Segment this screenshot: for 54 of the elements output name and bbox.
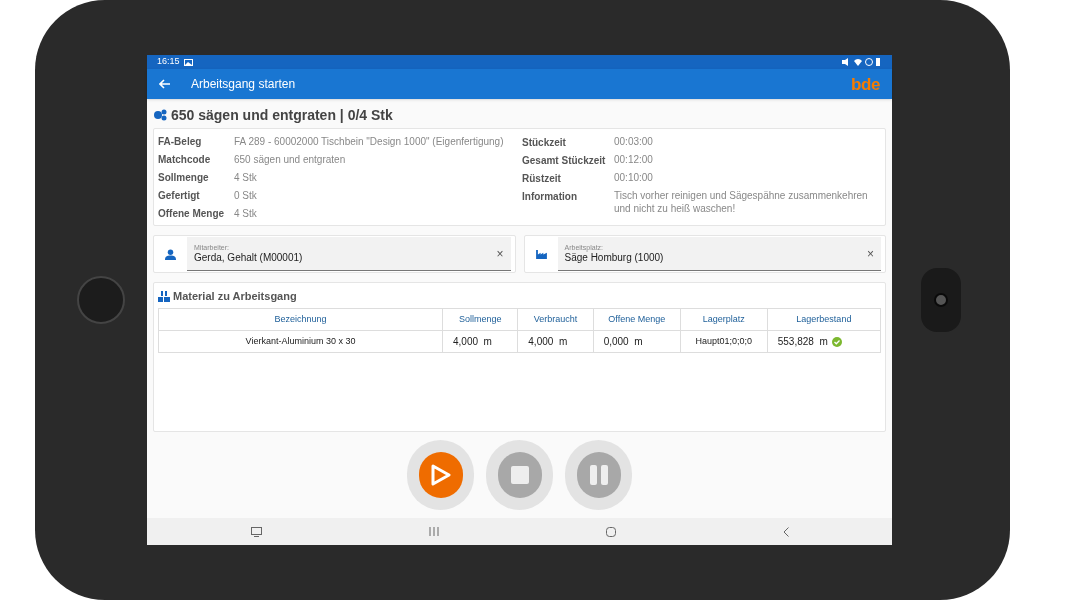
detail-value: 0 Stk <box>234 188 257 203</box>
detail-label: Gefertigt <box>158 188 201 203</box>
image-icon <box>183 58 193 66</box>
detail-value: 00:03:00 <box>614 135 653 148</box>
detail-value: 4 Stk <box>234 170 257 185</box>
column-header: Sollmenge <box>442 308 518 331</box>
status-icons <box>842 58 882 66</box>
column-header: Verbraucht <box>517 308 594 331</box>
detail-value: 4 Stk <box>234 206 257 221</box>
detail-label: Sollmenge <box>158 170 210 185</box>
back-arrow-icon[interactable] <box>159 78 171 90</box>
factory-icon <box>535 249 547 259</box>
detail-label: FA-Beleg <box>158 134 203 149</box>
table-cell: 4,000 m <box>517 330 594 353</box>
detail-value: FA 289 - 60002000 Tischbein "Design 1000" (Eigenfertigung) <box>234 134 504 149</box>
detail-label: Gesamt Stückzeit <box>522 154 607 168</box>
material-title: Material zu Arbeitsgang <box>173 288 297 304</box>
column-header: Offene Menge <box>593 308 681 331</box>
boxes-icon <box>158 290 170 302</box>
person-icon <box>165 248 176 260</box>
table-cell: 0,000 m <box>593 330 681 353</box>
recent-apps-icon[interactable] <box>428 527 439 536</box>
clear-button[interactable]: × <box>496 247 504 260</box>
table-cell: Vierkant-Aluminium 30 x 30 <box>158 330 443 353</box>
detail-value: 650 sägen und entgraten <box>234 152 346 167</box>
operation-title: 650 sägen und entgraten | 0/4 Stk <box>171 105 393 125</box>
app-logo: bde <box>851 75 880 93</box>
back-icon[interactable] <box>782 526 789 537</box>
detail-label: Rüstzeit <box>522 172 562 186</box>
detail-label: Offene Menge <box>158 206 226 221</box>
column-header: Lagerplatz <box>680 308 768 331</box>
column-header: Lagerbestand <box>767 308 881 331</box>
detail-label: Information <box>522 190 578 204</box>
detail-label: Stückzeit <box>522 136 567 150</box>
clear-button[interactable]: × <box>867 247 874 260</box>
home-icon[interactable] <box>605 526 616 537</box>
field-value: Säge Homburg (1000) <box>564 253 665 263</box>
screen-title: Arbeitsgang starten <box>191 76 296 93</box>
play-icon <box>430 464 451 486</box>
camera-lens <box>921 268 961 332</box>
field-value: Gerda, Gehalt (M00001) <box>194 253 304 263</box>
column-header: Bezeichnung <box>158 308 443 331</box>
stock-value: 553,828 m <box>777 335 828 349</box>
table-cell: 4,000 m <box>442 330 518 353</box>
detail-label: Matchcode <box>158 152 212 167</box>
table-cell: Haupt01;0;0;0 <box>680 330 768 353</box>
home-button[interactable] <box>77 276 125 324</box>
stop-icon <box>510 466 529 484</box>
pause-icon <box>589 465 608 485</box>
screen-icon[interactable] <box>250 526 262 537</box>
detail-value: 00:10:00 <box>614 171 653 184</box>
status-time: 16:15 <box>157 55 180 69</box>
detail-value: Tisch vorher reinigen und Sägespähne zusammenkehren und nicht zu heiß waschen! <box>614 189 869 215</box>
detail-value: 00:12:00 <box>614 153 653 166</box>
